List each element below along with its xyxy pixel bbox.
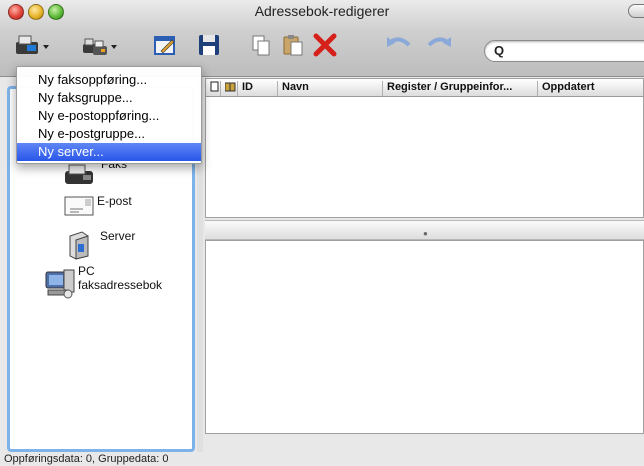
search-icon: Q [494,43,505,58]
column-header-group-type[interactable] [220,81,237,96]
undo-button[interactable] [384,30,414,60]
entry-detail-pane [205,240,644,434]
column-header-name[interactable]: Navn [277,81,382,96]
document-icon [210,81,219,92]
sidebar-item-fax[interactable]: Faks [63,157,127,187]
sidebar-item-label: PC [78,264,95,278]
red-x-icon [313,33,337,57]
horizontal-split-handle[interactable]: ● [205,220,644,240]
sidebar-item-label: Server [100,229,136,243]
fax-machine-icon [16,35,49,54]
column-header-register-group-info[interactable]: Register / Gruppeinfor... [382,81,537,96]
edit-button[interactable] [150,30,180,60]
sidebar-item-label: faksadressebok [78,278,163,292]
pencil-edit-icon [154,36,175,55]
menu-item-new-fax-entry[interactable]: Ny faksoppføring... [17,71,201,89]
server-icon [69,231,89,260]
column-header-updated[interactable]: Oppdatert [537,81,644,96]
split-grip-icon: ● [423,229,428,238]
floppy-disk-icon [199,35,219,55]
column-header-id[interactable]: ID [237,81,277,96]
search-field[interactable]: Q [484,40,644,62]
search-input[interactable] [509,43,643,59]
copy-icon [252,35,270,56]
sidebar-item-email[interactable]: E-post [63,194,132,218]
toolbar-toggle-button[interactable] [628,4,644,18]
undo-arrow-icon [387,37,411,47]
sidebar-item-pc-fax-address-book[interactable]: PC faksadressebok [44,264,163,302]
copy-button[interactable] [246,30,276,60]
group-icon [83,38,117,55]
new-group-button[interactable] [80,30,124,60]
pc-computer-icon [45,269,75,299]
menu-item-new-email-group[interactable]: Ny e-postgruppe... [17,125,201,143]
new-entry-button[interactable] [12,30,56,60]
save-button[interactable] [194,30,224,60]
paste-button[interactable] [278,30,308,60]
paste-icon [283,35,303,56]
menu-item-new-server[interactable]: Ny server... [17,143,201,161]
redo-arrow-icon [427,37,451,47]
envelope-icon [64,196,94,216]
status-bar: Oppføringsdata: 0, Gruppedata: 0 [0,452,644,466]
new-entry-menu: Ny faksoppføring... Ny faksgruppe... Ny … [16,66,202,164]
group-icon [224,82,236,92]
menu-item-new-fax-group[interactable]: Ny faksgruppe... [17,89,201,107]
address-book-editor-window: Adressebok-redigerer Q Faks E-post Serve… [0,0,644,466]
sidebar-item-server[interactable]: Server [66,229,136,260]
fax-machine-icon [65,164,93,184]
window-title: Adressebok-redigerer [254,3,390,19]
table-header: ID Navn Register / Gruppeinfor... Oppdat… [206,79,643,97]
column-header-entry-type[interactable] [206,81,220,96]
entries-table: ID Navn Register / Gruppeinfor... Oppdat… [205,78,644,218]
menu-item-new-email-entry[interactable]: Ny e-postoppføring... [17,107,201,125]
sidebar-item-label: E-post [97,194,132,208]
redo-button[interactable] [424,30,454,60]
delete-button[interactable] [310,30,340,60]
